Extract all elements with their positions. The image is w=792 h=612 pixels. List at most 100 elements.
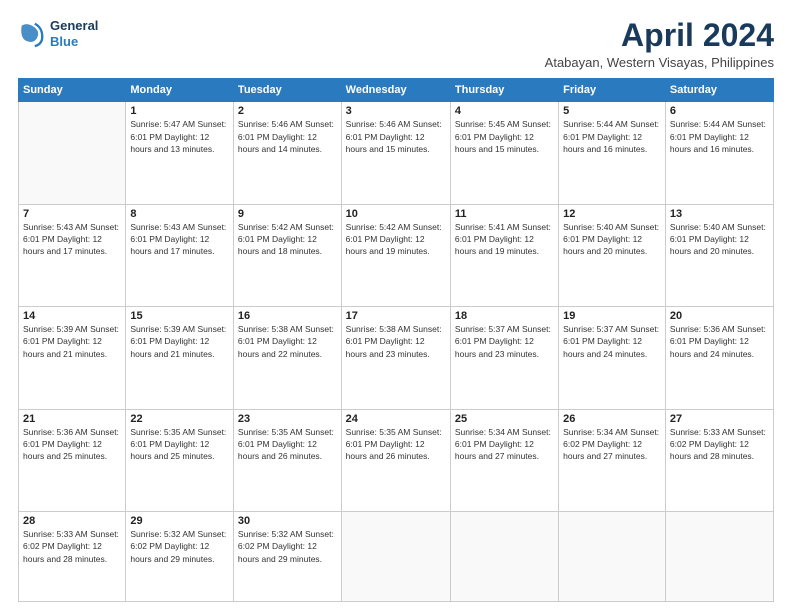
day-number: 2: [238, 105, 337, 117]
day-info: Sunrise: 5:40 AM Sunset: 6:01 PM Dayligh…: [670, 221, 769, 258]
day-info: Sunrise: 5:45 AM Sunset: 6:01 PM Dayligh…: [455, 118, 554, 155]
day-number: 23: [238, 413, 337, 425]
col-thursday: Thursday: [450, 79, 558, 102]
calendar-cell: [341, 512, 450, 602]
calendar-cell: 6Sunrise: 5:44 AM Sunset: 6:01 PM Daylig…: [665, 102, 773, 204]
day-info: Sunrise: 5:42 AM Sunset: 6:01 PM Dayligh…: [346, 221, 446, 258]
day-number: 5: [563, 105, 661, 117]
day-number: 14: [23, 310, 121, 322]
calendar-table: Sunday Monday Tuesday Wednesday Thursday…: [18, 78, 774, 602]
calendar-cell: 17Sunrise: 5:38 AM Sunset: 6:01 PM Dayli…: [341, 307, 450, 409]
day-number: 9: [238, 208, 337, 220]
title-block: April 2024 Atabayan, Western Visayas, Ph…: [545, 18, 774, 70]
calendar-cell: 14Sunrise: 5:39 AM Sunset: 6:01 PM Dayli…: [19, 307, 126, 409]
day-info: Sunrise: 5:35 AM Sunset: 6:01 PM Dayligh…: [346, 426, 446, 463]
page: General Blue April 2024 Atabayan, Wester…: [0, 0, 792, 612]
calendar-cell: [19, 102, 126, 204]
calendar-cell: 26Sunrise: 5:34 AM Sunset: 6:02 PM Dayli…: [559, 409, 666, 511]
col-sunday: Sunday: [19, 79, 126, 102]
col-friday: Friday: [559, 79, 666, 102]
week-row-3: 14Sunrise: 5:39 AM Sunset: 6:01 PM Dayli…: [19, 307, 774, 409]
day-info: Sunrise: 5:38 AM Sunset: 6:01 PM Dayligh…: [346, 323, 446, 360]
day-info: Sunrise: 5:34 AM Sunset: 6:01 PM Dayligh…: [455, 426, 554, 463]
col-tuesday: Tuesday: [233, 79, 341, 102]
week-row-5: 28Sunrise: 5:33 AM Sunset: 6:02 PM Dayli…: [19, 512, 774, 602]
day-info: Sunrise: 5:33 AM Sunset: 6:02 PM Dayligh…: [670, 426, 769, 463]
day-info: Sunrise: 5:36 AM Sunset: 6:01 PM Dayligh…: [670, 323, 769, 360]
day-info: Sunrise: 5:34 AM Sunset: 6:02 PM Dayligh…: [563, 426, 661, 463]
day-number: 19: [563, 310, 661, 322]
calendar-cell: 22Sunrise: 5:35 AM Sunset: 6:01 PM Dayli…: [126, 409, 234, 511]
calendar-cell: 28Sunrise: 5:33 AM Sunset: 6:02 PM Dayli…: [19, 512, 126, 602]
calendar-cell: 9Sunrise: 5:42 AM Sunset: 6:01 PM Daylig…: [233, 204, 341, 306]
day-info: Sunrise: 5:40 AM Sunset: 6:01 PM Dayligh…: [563, 221, 661, 258]
day-number: 25: [455, 413, 554, 425]
day-number: 10: [346, 208, 446, 220]
calendar-cell: 3Sunrise: 5:46 AM Sunset: 6:01 PM Daylig…: [341, 102, 450, 204]
day-number: 11: [455, 208, 554, 220]
calendar-cell: 16Sunrise: 5:38 AM Sunset: 6:01 PM Dayli…: [233, 307, 341, 409]
day-number: 21: [23, 413, 121, 425]
day-info: Sunrise: 5:44 AM Sunset: 6:01 PM Dayligh…: [670, 118, 769, 155]
calendar-cell: 11Sunrise: 5:41 AM Sunset: 6:01 PM Dayli…: [450, 204, 558, 306]
calendar-cell: 19Sunrise: 5:37 AM Sunset: 6:01 PM Dayli…: [559, 307, 666, 409]
day-info: Sunrise: 5:43 AM Sunset: 6:01 PM Dayligh…: [23, 221, 121, 258]
day-number: 20: [670, 310, 769, 322]
day-info: Sunrise: 5:36 AM Sunset: 6:01 PM Dayligh…: [23, 426, 121, 463]
day-info: Sunrise: 5:32 AM Sunset: 6:02 PM Dayligh…: [130, 528, 229, 565]
col-wednesday: Wednesday: [341, 79, 450, 102]
day-number: 1: [130, 105, 229, 117]
day-number: 28: [23, 515, 121, 527]
logo-text: General Blue: [50, 18, 98, 49]
day-info: Sunrise: 5:35 AM Sunset: 6:01 PM Dayligh…: [238, 426, 337, 463]
subtitle: Atabayan, Western Visayas, Philippines: [545, 55, 774, 70]
calendar-cell: 27Sunrise: 5:33 AM Sunset: 6:02 PM Dayli…: [665, 409, 773, 511]
calendar-cell: 25Sunrise: 5:34 AM Sunset: 6:01 PM Dayli…: [450, 409, 558, 511]
day-info: Sunrise: 5:38 AM Sunset: 6:01 PM Dayligh…: [238, 323, 337, 360]
calendar-cell: 15Sunrise: 5:39 AM Sunset: 6:01 PM Dayli…: [126, 307, 234, 409]
calendar-cell: [559, 512, 666, 602]
calendar-cell: 24Sunrise: 5:35 AM Sunset: 6:01 PM Dayli…: [341, 409, 450, 511]
day-number: 29: [130, 515, 229, 527]
day-info: Sunrise: 5:43 AM Sunset: 6:01 PM Dayligh…: [130, 221, 229, 258]
logo: General Blue: [18, 18, 98, 49]
week-row-4: 21Sunrise: 5:36 AM Sunset: 6:01 PM Dayli…: [19, 409, 774, 511]
calendar-cell: 13Sunrise: 5:40 AM Sunset: 6:01 PM Dayli…: [665, 204, 773, 306]
calendar-cell: 29Sunrise: 5:32 AM Sunset: 6:02 PM Dayli…: [126, 512, 234, 602]
day-number: 12: [563, 208, 661, 220]
header: General Blue April 2024 Atabayan, Wester…: [18, 18, 774, 70]
calendar-cell: 20Sunrise: 5:36 AM Sunset: 6:01 PM Dayli…: [665, 307, 773, 409]
day-info: Sunrise: 5:33 AM Sunset: 6:02 PM Dayligh…: [23, 528, 121, 565]
day-info: Sunrise: 5:46 AM Sunset: 6:01 PM Dayligh…: [346, 118, 446, 155]
week-row-2: 7Sunrise: 5:43 AM Sunset: 6:01 PM Daylig…: [19, 204, 774, 306]
calendar-cell: 7Sunrise: 5:43 AM Sunset: 6:01 PM Daylig…: [19, 204, 126, 306]
day-number: 13: [670, 208, 769, 220]
day-number: 18: [455, 310, 554, 322]
day-info: Sunrise: 5:47 AM Sunset: 6:01 PM Dayligh…: [130, 118, 229, 155]
day-number: 7: [23, 208, 121, 220]
calendar-cell: 1Sunrise: 5:47 AM Sunset: 6:01 PM Daylig…: [126, 102, 234, 204]
calendar-cell: [450, 512, 558, 602]
calendar-cell: [665, 512, 773, 602]
calendar-cell: 23Sunrise: 5:35 AM Sunset: 6:01 PM Dayli…: [233, 409, 341, 511]
day-info: Sunrise: 5:37 AM Sunset: 6:01 PM Dayligh…: [455, 323, 554, 360]
calendar-cell: 8Sunrise: 5:43 AM Sunset: 6:01 PM Daylig…: [126, 204, 234, 306]
col-monday: Monday: [126, 79, 234, 102]
main-title: April 2024: [545, 18, 774, 53]
logo-icon: [18, 20, 46, 48]
day-info: Sunrise: 5:39 AM Sunset: 6:01 PM Dayligh…: [23, 323, 121, 360]
col-saturday: Saturday: [665, 79, 773, 102]
day-number: 15: [130, 310, 229, 322]
day-info: Sunrise: 5:37 AM Sunset: 6:01 PM Dayligh…: [563, 323, 661, 360]
day-info: Sunrise: 5:41 AM Sunset: 6:01 PM Dayligh…: [455, 221, 554, 258]
day-number: 30: [238, 515, 337, 527]
day-number: 26: [563, 413, 661, 425]
calendar-cell: 10Sunrise: 5:42 AM Sunset: 6:01 PM Dayli…: [341, 204, 450, 306]
calendar-cell: 12Sunrise: 5:40 AM Sunset: 6:01 PM Dayli…: [559, 204, 666, 306]
day-info: Sunrise: 5:35 AM Sunset: 6:01 PM Dayligh…: [130, 426, 229, 463]
day-number: 8: [130, 208, 229, 220]
calendar-cell: 5Sunrise: 5:44 AM Sunset: 6:01 PM Daylig…: [559, 102, 666, 204]
day-number: 27: [670, 413, 769, 425]
week-row-1: 1Sunrise: 5:47 AM Sunset: 6:01 PM Daylig…: [19, 102, 774, 204]
day-info: Sunrise: 5:39 AM Sunset: 6:01 PM Dayligh…: [130, 323, 229, 360]
